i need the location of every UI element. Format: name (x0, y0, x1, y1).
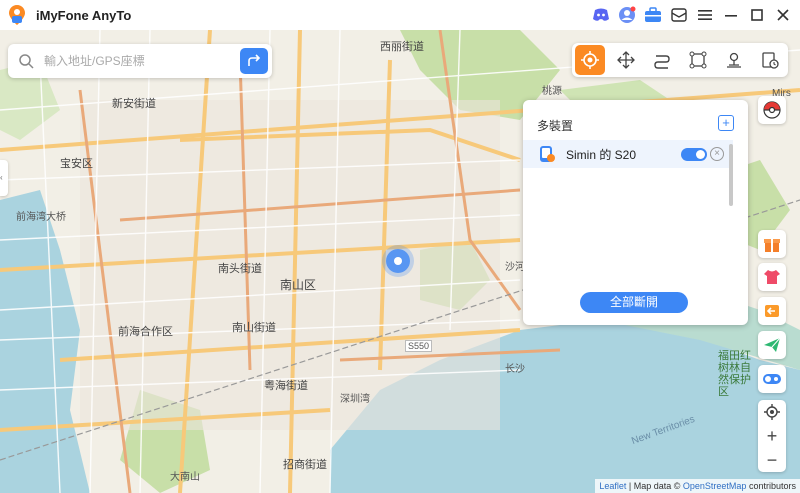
gift-button[interactable] (758, 230, 786, 258)
jump-teleport-mode-button[interactable] (716, 43, 752, 77)
zoom-out-button[interactable]: − (758, 448, 786, 472)
search-icon (19, 54, 34, 69)
disconnect-all-button[interactable]: 全部斷開 (580, 292, 688, 313)
location-marker[interactable] (386, 249, 410, 273)
add-device-button[interactable]: + (718, 115, 734, 131)
map-label: 深圳湾 (340, 394, 370, 405)
multi-spot-mode-button[interactable] (680, 43, 716, 77)
map-data-text: Map data © (633, 481, 681, 491)
map-label: 南头街道 (218, 263, 262, 275)
map-label: 沙河 (505, 262, 525, 273)
map-label: 长沙 (505, 364, 525, 375)
panel-title: 多裝置 (537, 119, 574, 133)
osm-link[interactable]: OpenStreetMap (683, 481, 747, 491)
search-bar (8, 44, 272, 78)
menu-icon[interactable] (694, 4, 716, 26)
route-icon (654, 55, 670, 69)
map-label: 前海湾大桥 (16, 212, 66, 223)
phone-device-icon (540, 146, 555, 162)
teleport-mode-button[interactable] (575, 45, 605, 75)
mail-icon[interactable] (668, 4, 690, 26)
game-controller-button[interactable] (758, 365, 786, 393)
zoom-in-button[interactable]: + (758, 424, 786, 448)
map-label: 南山区 (280, 278, 317, 292)
toggle-switch-icon (763, 374, 781, 384)
two-spot-mode-button[interactable] (644, 43, 680, 77)
map-attribution: Leaflet | Map data © OpenStreetMap contr… (595, 479, 800, 493)
panel-scrollbar[interactable] (729, 144, 733, 206)
leaflet-link[interactable]: Leaflet (599, 481, 626, 491)
device-toggle[interactable] (681, 148, 707, 161)
pin-stand-icon (727, 52, 741, 68)
map-label: 西丽街道 (380, 41, 424, 53)
app-title: iMyFone AnyTo (36, 7, 132, 23)
mode-toolbar (572, 43, 788, 77)
search-go-button[interactable] (240, 48, 268, 74)
move-arrows-icon (617, 51, 635, 69)
map-label: 大南山 (170, 472, 200, 483)
paper-plane-icon (764, 337, 781, 352)
history-icon (762, 52, 779, 69)
exit-button[interactable] (758, 297, 786, 325)
arrow-turn-icon (248, 54, 261, 66)
app-logo-icon (9, 5, 25, 25)
pokemon-button[interactable] (758, 96, 786, 124)
zoom-controls: + − (758, 400, 786, 472)
title-bar: iMyFone AnyTo (0, 0, 800, 30)
gift-icon (764, 239, 780, 252)
multi-device-panel: 多裝置 + Simin 的 S20 × 全部斷開 (523, 100, 748, 325)
map-label: 桃源 (542, 86, 562, 97)
exit-arrow-icon (765, 305, 779, 317)
map-label: 前海合作区 (118, 326, 173, 338)
contributors-text: contributors (748, 481, 796, 491)
discord-icon[interactable] (590, 4, 612, 26)
map-label: 新安街道 (112, 98, 156, 110)
locate-me-icon[interactable] (758, 400, 786, 424)
polygon-route-icon (689, 51, 707, 69)
close-icon[interactable] (772, 4, 794, 26)
shirt-icon (764, 270, 780, 284)
pokeball-icon (763, 101, 781, 119)
map-label: 福田红树林自然保护区 (718, 350, 751, 398)
minimize-icon[interactable] (720, 4, 742, 26)
toolbox-icon[interactable] (642, 4, 664, 26)
search-input[interactable] (42, 53, 236, 69)
map-label: S550 (405, 340, 433, 352)
map-label: 招商街道 (283, 459, 327, 471)
device-row[interactable]: Simin 的 S20 × (523, 140, 733, 168)
collapse-panel-handle[interactable]: ‹ (0, 160, 8, 196)
remove-device-icon[interactable]: × (710, 147, 724, 161)
map-label: 宝安区 (60, 158, 93, 170)
device-name: Simin 的 S20 (566, 147, 637, 162)
map-label: 粤海街道 (264, 380, 308, 392)
maximize-icon[interactable] (746, 4, 768, 26)
crosshair-icon (581, 51, 599, 69)
history-mode-button[interactable] (752, 43, 788, 77)
skin-button[interactable] (758, 263, 786, 291)
share-button[interactable] (758, 331, 786, 359)
account-icon[interactable] (616, 4, 638, 26)
map-label: 南山街道 (232, 322, 276, 334)
joystick-mode-button[interactable] (608, 43, 644, 77)
